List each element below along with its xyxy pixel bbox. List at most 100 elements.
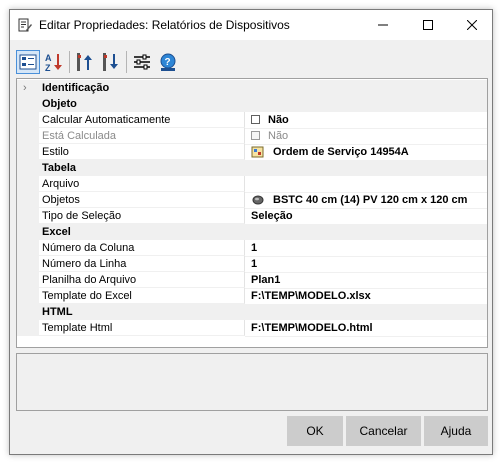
checkbox[interactable] (251, 115, 260, 124)
row-gutter: › (17, 80, 39, 96)
property-value-text: Não (268, 129, 289, 142)
property-value[interactable]: Ordem de Serviço 14954A (245, 144, 487, 161)
category-label: Identificação (42, 82, 110, 94)
grid-category-row[interactable]: HTML (17, 304, 487, 320)
app-icon (18, 18, 32, 32)
grid-property-row[interactable]: Calcular Automaticamente Não (17, 112, 487, 129)
property-value[interactable]: Plan1 (245, 272, 487, 289)
row-gutter (17, 272, 39, 288)
property-toolbar: A Z ? (16, 48, 216, 76)
help-button[interactable]: Ajuda (424, 416, 488, 446)
title-bar: Editar Propriedades: Relatórios de Dispo… (10, 10, 492, 40)
row-gutter (17, 192, 39, 208)
sort-az-icon: A Z (45, 53, 62, 72)
property-value[interactable]: Não (245, 112, 487, 129)
row-gutter (17, 240, 39, 256)
row-gutter (17, 288, 39, 304)
properties-dialog: Editar Propriedades: Relatórios de Dispo… (9, 9, 493, 455)
property-name: Está Calculada (39, 128, 245, 144)
property-grid[interactable]: › Identificação Objeto Calcular Automaticam… (16, 78, 488, 348)
minimize-button[interactable] (360, 10, 405, 40)
cancel-button[interactable]: Cancelar (346, 416, 421, 446)
grid-property-row[interactable]: Está Calculada Não (17, 128, 487, 145)
help-globe-icon: ? (160, 53, 176, 71)
property-value-text: F:\TEMP\MODELO.html (251, 321, 373, 334)
row-gutter (17, 128, 39, 144)
grid-property-row[interactable]: Template do Excel F:\TEMP\MODELO.xlsx (17, 288, 487, 305)
grid-category-row[interactable]: Excel (17, 224, 487, 240)
category-label: Objeto (42, 98, 77, 110)
category-label: HTML (42, 306, 73, 318)
maximize-button[interactable] (405, 10, 450, 40)
move-down-button[interactable] (99, 50, 123, 74)
grid-category-row[interactable]: › Identificação (17, 80, 487, 96)
categorized-view-button[interactable] (16, 50, 40, 74)
row-gutter (17, 304, 39, 320)
help-tool-button[interactable]: ? (156, 50, 180, 74)
property-value-text: Seleção (251, 209, 293, 222)
property-name: Calcular Automaticamente (39, 112, 245, 128)
row-gutter (17, 176, 39, 192)
property-name: Número da Coluna (39, 240, 245, 256)
property-name: Objetos (39, 192, 245, 208)
property-name: Template Html (39, 320, 245, 336)
grid-property-row[interactable]: Arquivo (17, 176, 487, 193)
grid-category-row[interactable]: Objeto (17, 96, 487, 112)
property-value[interactable]: F:\TEMP\MODELO.html (245, 320, 487, 337)
expand-chevron-icon[interactable]: › (23, 82, 27, 94)
property-value[interactable] (245, 176, 487, 193)
property-value-text: Não (268, 113, 289, 126)
window-title: Editar Propriedades: Relatórios de Dispo… (39, 18, 290, 32)
grid-category-row[interactable]: Tabela (17, 160, 487, 176)
description-panel (16, 353, 488, 411)
property-value[interactable]: BSTC 40 cm (14) PV 120 cm x 120 cm (245, 192, 487, 209)
grid-property-row[interactable]: Número da Coluna 1 (17, 240, 487, 257)
grid-property-row[interactable]: Planilha do Arquivo Plan1 (17, 272, 487, 289)
property-value-text: F:\TEMP\MODELO.xlsx (251, 289, 371, 302)
property-name: Arquivo (39, 176, 245, 192)
grid-property-row[interactable]: Template Html F:\TEMP\MODELO.html (17, 320, 487, 337)
property-value[interactable]: F:\TEMP\MODELO.xlsx (245, 288, 487, 305)
svg-text:A: A (45, 53, 52, 63)
row-gutter (17, 320, 39, 336)
row-gutter (17, 208, 39, 224)
grid-property-row[interactable]: Objetos BSTC 40 cm (14) PV 120 cm x 120 c… (17, 192, 487, 209)
grid-property-row[interactable]: Número da Linha 1 (17, 256, 487, 273)
row-gutter (17, 160, 39, 176)
grid-property-row[interactable]: Estilo Ordem de Serviço 14954A (17, 144, 487, 161)
property-value-text: BSTC 40 cm (14) PV 120 cm x 120 cm (273, 193, 468, 206)
property-name: Tipo de Seleção (39, 208, 245, 224)
toolbar-separator (69, 51, 70, 73)
property-value[interactable]: Seleção (245, 208, 487, 225)
move-up-button[interactable] (73, 50, 97, 74)
svg-text:?: ? (165, 57, 171, 68)
sliders-icon (134, 54, 150, 70)
alphabetical-view-button[interactable]: A Z (42, 50, 66, 74)
property-value-text: 1 (251, 241, 258, 254)
grid-property-row[interactable]: Tipo de Seleção Seleção (17, 208, 487, 225)
move-up-icon (77, 53, 92, 71)
property-name: Template do Excel (39, 288, 245, 304)
property-value-text: Plan1 (251, 273, 281, 286)
row-gutter (17, 224, 39, 240)
property-value-text: 1 (251, 257, 258, 270)
property-value: Não (245, 128, 487, 145)
category-label: Tabela (42, 162, 77, 174)
checkbox (251, 131, 260, 140)
property-name: Planilha do Arquivo (39, 272, 245, 288)
row-gutter (17, 144, 39, 160)
property-value-text: Ordem de Serviço 14954A (273, 145, 409, 158)
categorized-icon (19, 54, 37, 70)
settings-button[interactable] (130, 50, 154, 74)
row-gutter (17, 256, 39, 272)
move-down-icon (103, 53, 118, 71)
close-button[interactable] (449, 10, 494, 40)
property-value[interactable]: 1 (245, 256, 487, 273)
property-name: Número da Linha (39, 256, 245, 272)
style-icon (251, 146, 264, 157)
property-value[interactable]: 1 (245, 240, 487, 257)
toolbar-separator (126, 51, 127, 73)
svg-text:Z: Z (45, 63, 51, 72)
ok-button[interactable]: OK (287, 416, 343, 446)
row-gutter (17, 96, 39, 112)
